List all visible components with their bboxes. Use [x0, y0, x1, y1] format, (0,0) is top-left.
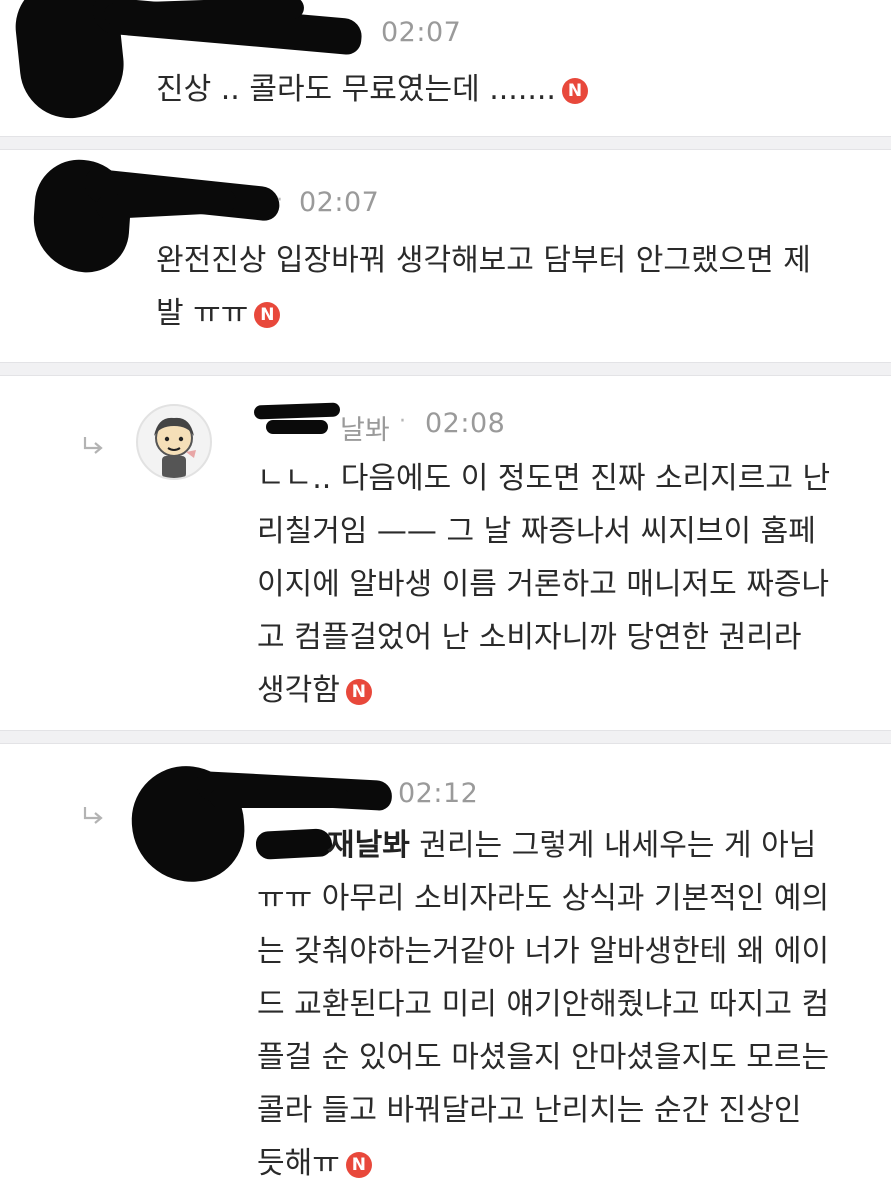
comment-1: 02:07 진상 .. 콜라도 무료였는데 ....... N [0, 0, 891, 136]
comment-text-first: 권리는 그렇게 내세우는 게 아님 [419, 828, 817, 863]
new-badge-icon: N [254, 302, 281, 328]
comment-text-line: 는 갖춰야하는거같아 너가 알바생한테 왜 에이 [257, 934, 830, 969]
redacted-username-stroke [266, 420, 328, 434]
comment-body: ㄴㄴ.. 다음에도 이 정도면 진짜 소리지르고 난 리칠거임 —— 그 날 짜… [257, 452, 877, 717]
comment-text-line: 콜라 들고 바꿔달라고 난리치는 순간 진상인 [257, 1093, 802, 1128]
comment-text-line: 플걸 순 있어도 마셨을지 안마셨을지도 모르는 [257, 1040, 830, 1075]
redacted-username [253, 402, 341, 420]
comment-time: 02:07 [381, 17, 462, 48]
new-badge-icon: N [561, 78, 588, 104]
reply-arrow-icon [83, 437, 103, 454]
comment-divider [0, 730, 891, 744]
comment-thread: 02:07 진상 .. 콜라도 무료였는데 ....... N · 02:07 완… [0, 0, 891, 1200]
comment-text-line-end: 듯해ㅠ [257, 1146, 340, 1181]
comment-text-line: 이지에 알바생 이름 거론하고 매니저도 짜증나 [257, 567, 830, 602]
comment-text-line: 완전진상 입장바꿔 생각해보고 담부터 안그랬으면 제 [156, 243, 811, 278]
comment-text-line-end: 생각함 [257, 673, 340, 708]
default-profile-avatar-icon [154, 417, 196, 478]
comment-divider [0, 136, 891, 150]
comment-time: 02:12 [398, 778, 479, 809]
comment-2: · 02:07 완전진상 입장바꿔 생각해보고 담부터 안그랬으면 제 발 ㅠㅠ… [0, 150, 891, 362]
comment-text-line: ㅠㅠ 아무리 소비자라도 상식과 기본적인 예의 [257, 881, 830, 916]
comment-text-line-end: 발 ㅠㅠ [156, 296, 249, 331]
comment-text: 진상 .. 콜라도 무료였는데 ....... [156, 72, 556, 107]
comment-text-line: 발 ㅠㅠ N [156, 287, 856, 340]
comment-time: 02:08 [425, 408, 506, 439]
reply-comment-1: 날봐 · 02:08 ㄴㄴ.. 다음에도 이 정도면 진짜 소리지르고 난 리칠… [0, 376, 891, 730]
comment-body: 재날봐 권리는 그렇게 내세우는 게 아님 ㅠㅠ 아무리 소비자라도 상식과 기… [257, 819, 877, 1190]
comment-text-line: 재날봐 권리는 그렇게 내세우는 게 아님 [257, 819, 877, 872]
reply-comment-2: 02:12 재날봐 권리는 그렇게 내세우는 게 아님 ㅠㅠ 아무리 소비자라도… [0, 744, 891, 1200]
user-avatar[interactable] [136, 404, 212, 480]
comment-text-line: ㄴㄴ.. 다음에도 이 정도면 진짜 소리지르고 난 [257, 461, 831, 496]
comment-body: 완전진상 입장바꿔 생각해보고 담부터 안그랬으면 제 발 ㅠㅠ N [156, 234, 856, 340]
comment-author-name[interactable]: 날봐 [340, 408, 390, 447]
separator-dot: · [399, 409, 406, 434]
comment-body: 진상 .. 콜라도 무료였는데 ....... N [156, 63, 588, 116]
comment-text-line: 고 컴플걸었어 난 소비자니까 당연한 권리라 [257, 620, 802, 655]
new-badge-icon: N [345, 679, 372, 705]
mention-username[interactable]: 재날봐 [327, 828, 410, 863]
comment-text-line: 듯해ㅠ N [257, 1137, 877, 1190]
comment-time: 02:07 [299, 187, 380, 218]
comment-divider [0, 362, 891, 376]
comment-text-line: 리칠거임 —— 그 날 짜증나서 씨지브이 홈페 [257, 514, 816, 549]
comment-text-line: 생각함 N [257, 664, 877, 717]
comment-text-line: 드 교환된다고 미리 얘기안해줬냐고 따지고 컴 [257, 987, 830, 1022]
redacted-username-stroke [210, 788, 350, 808]
separator-dot: · [276, 188, 283, 213]
reply-arrow-icon [83, 807, 103, 824]
new-badge-icon: N [345, 1152, 372, 1178]
